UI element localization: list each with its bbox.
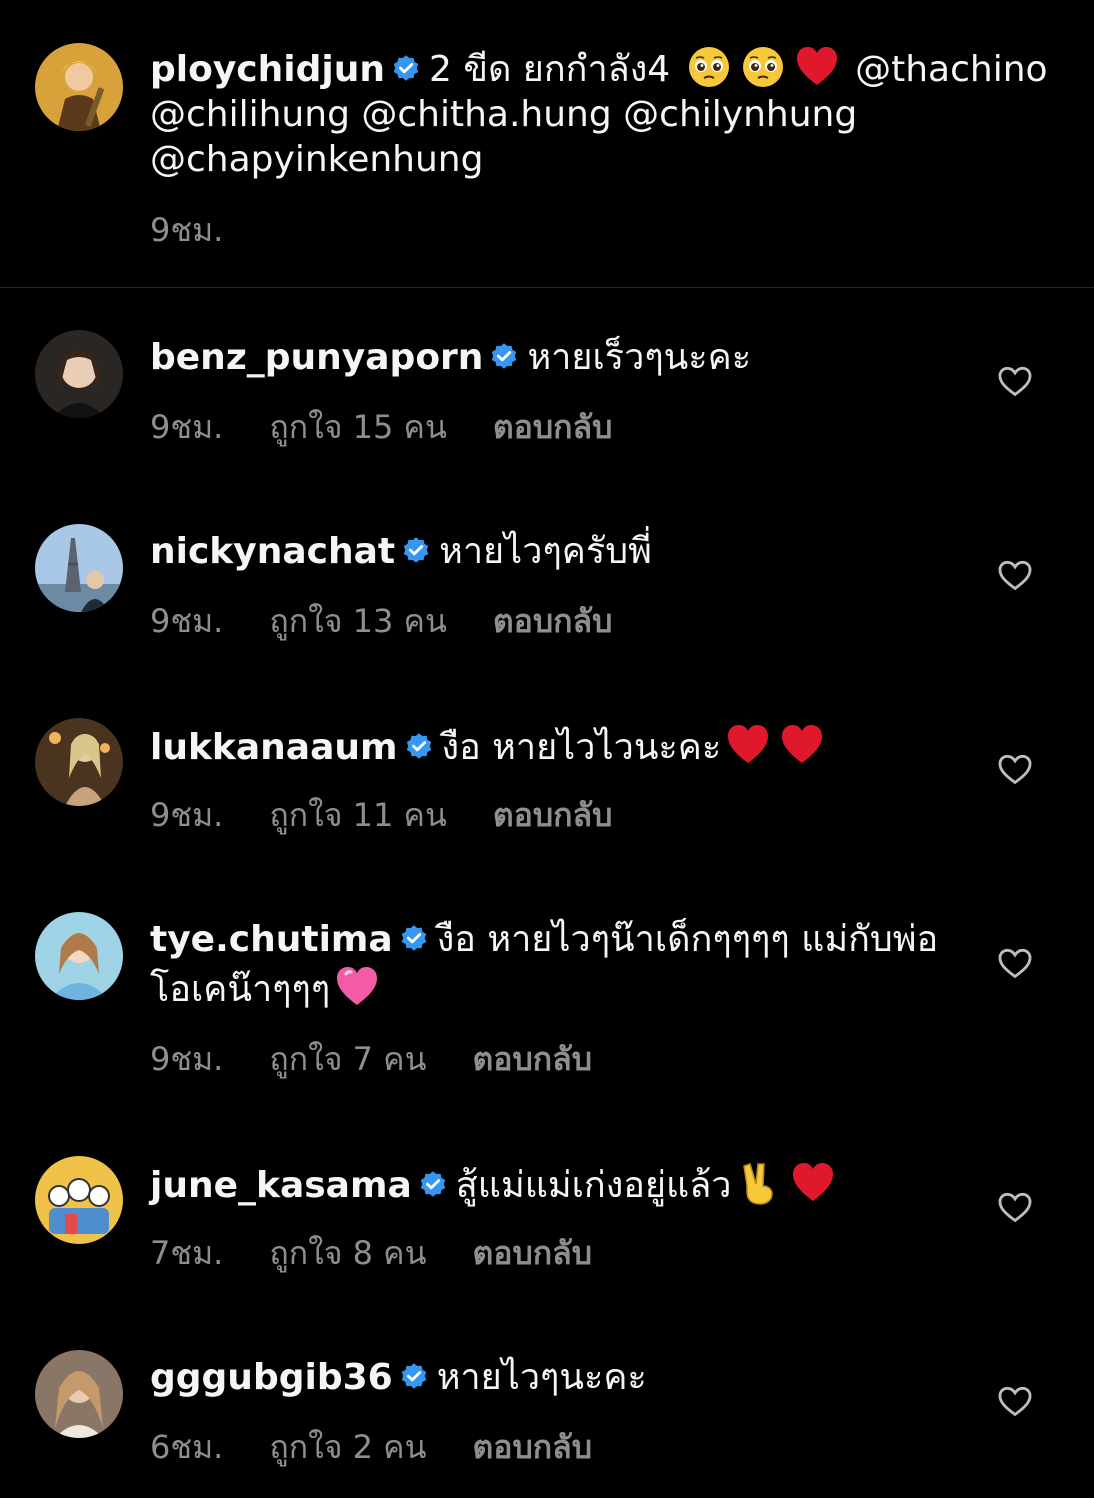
verified-badge-icon xyxy=(391,54,421,84)
red-heart-emoji xyxy=(794,44,840,90)
comment-text-line: benz_punyaporn หายเร็วๆนะคะ xyxy=(150,334,940,382)
likes-count[interactable]: ถูกใจ 2 คน xyxy=(269,1428,426,1466)
like-heart-icon[interactable] xyxy=(996,1188,1034,1226)
verified-badge-icon xyxy=(399,1362,429,1392)
avatar[interactable] xyxy=(35,524,123,612)
likes-count[interactable]: ถูกใจ 13 คน xyxy=(269,602,446,640)
comment-meta: 9ชม. ถูกใจ 15 คน ตอบกลับ xyxy=(150,402,658,453)
avatar[interactable] xyxy=(35,912,123,1000)
caption-text: ploychidjun 2 ขีด ยกกำลัง4 @thachino @chi… xyxy=(150,44,1070,182)
comment-text: หายไวๆนะคะ xyxy=(436,1357,647,1398)
red-heart-emoji xyxy=(790,1160,836,1206)
verified-badge-icon xyxy=(489,342,519,372)
comment-username[interactable]: tye.chutima xyxy=(150,919,393,960)
comment-timestamp: 7ชม. xyxy=(150,1234,224,1272)
comment-text-line: june_kasama สู้แม่แม่เก่งอยู่แล้ว xyxy=(150,1160,940,1210)
likes-count[interactable]: ถูกใจ 7 คน xyxy=(269,1040,426,1078)
comment-text: หายเร็วๆนะคะ xyxy=(527,337,752,378)
reply-button[interactable]: ตอบกลับ xyxy=(493,602,613,640)
mentions-line-2[interactable]: @chilihung @chitha.hung @chilynhung xyxy=(150,94,857,135)
comment-text: หายไวๆครับพี่ xyxy=(439,531,652,572)
post-caption: ploychidjun 2 ขีด ยกกำลัง4 @thachino @chi… xyxy=(0,0,1094,288)
comment-meta: 6ชม. ถูกใจ 2 คน ตอบกลับ xyxy=(150,1422,638,1473)
pleading-face-emoji xyxy=(740,44,786,90)
victory-hand-emoji xyxy=(736,1160,782,1206)
avatar[interactable] xyxy=(35,1156,123,1244)
avatar[interactable] xyxy=(35,718,123,806)
comment-text-line: gggubgib36 หายไวๆนะคะ xyxy=(150,1354,940,1402)
mention-chapyinkenhung[interactable]: @chapyinkenhung xyxy=(150,139,483,180)
verified-badge-icon xyxy=(401,536,431,566)
reply-button[interactable]: ตอบกลับ xyxy=(472,1428,592,1466)
verified-badge-icon xyxy=(399,924,429,954)
comment-text-line: nickynachat หายไวๆครับพี่ xyxy=(150,528,940,576)
comment-timestamp: 9ชม. xyxy=(150,602,224,640)
comment-meta: 7ชม. ถูกใจ 8 คน ตอบกลับ xyxy=(150,1228,638,1279)
reply-button[interactable]: ตอบกลับ xyxy=(472,1234,592,1272)
verified-badge-icon xyxy=(418,1170,448,1200)
likes-count[interactable]: ถูกใจ 8 คน xyxy=(269,1234,426,1272)
pink-heart-emoji xyxy=(334,964,380,1010)
like-heart-icon[interactable] xyxy=(996,362,1034,400)
comment-username[interactable]: gggubgib36 xyxy=(150,1357,393,1398)
likes-count[interactable]: ถูกใจ 15 คน xyxy=(269,408,446,446)
like-heart-icon[interactable] xyxy=(996,944,1034,982)
like-heart-icon[interactable] xyxy=(996,1382,1034,1420)
comment-text: สู้แม่แม่เก่งอยู่แล้ว xyxy=(455,1165,732,1206)
red-heart-emoji xyxy=(725,722,771,768)
reply-button[interactable]: ตอบกลับ xyxy=(493,796,613,834)
comment-timestamp: 6ชม. xyxy=(150,1428,224,1466)
comment-meta: 9ชม. ถูกใจ 11 คน ตอบกลับ xyxy=(150,790,658,841)
avatar[interactable] xyxy=(35,330,123,418)
reply-button[interactable]: ตอบกลับ xyxy=(472,1040,592,1078)
comment-username[interactable]: june_kasama xyxy=(150,1165,412,1206)
mention-thachino[interactable]: @thachino xyxy=(855,49,1047,90)
caption-body: 2 ขีด ยกกำลัง4 xyxy=(428,49,671,90)
comment-text-line: lukkanaaum งือ หายไวไวนะคะ xyxy=(150,722,940,772)
comment-meta: 9ชม. ถูกใจ 7 คน ตอบกลับ xyxy=(150,1034,638,1085)
comment-username[interactable]: nickynachat xyxy=(150,531,395,572)
verified-badge-icon xyxy=(404,732,434,762)
comment-username[interactable]: lukkanaaum xyxy=(150,727,398,768)
comment-timestamp: 9ชม. xyxy=(150,796,224,834)
caption-username[interactable]: ploychidjun xyxy=(150,49,385,90)
comment-meta: 9ชม. ถูกใจ 13 คน ตอบกลับ xyxy=(150,596,658,647)
comment-username[interactable]: benz_punyaporn xyxy=(150,337,483,378)
avatar[interactable] xyxy=(35,1350,123,1438)
reply-button[interactable]: ตอบกลับ xyxy=(493,408,613,446)
avatar-image xyxy=(35,43,123,131)
caption-timestamp: 9ชม. xyxy=(150,211,224,249)
red-heart-emoji xyxy=(779,722,825,768)
pleading-face-emoji xyxy=(686,44,732,90)
comment-timestamp: 9ชม. xyxy=(150,408,224,446)
comment-timestamp: 9ชม. xyxy=(150,1040,224,1078)
avatar[interactable] xyxy=(35,43,123,131)
likes-count[interactable]: ถูกใจ 11 คน xyxy=(269,796,446,834)
comment-text-line: tye.chutima งือ หายไวๆน๊าเด็กๆๆๆๆ แม่กับพ… xyxy=(150,916,940,1014)
like-heart-icon[interactable] xyxy=(996,556,1034,594)
like-heart-icon[interactable] xyxy=(996,750,1034,788)
comment-text: งือ หายไวไวนะคะ xyxy=(441,727,722,768)
